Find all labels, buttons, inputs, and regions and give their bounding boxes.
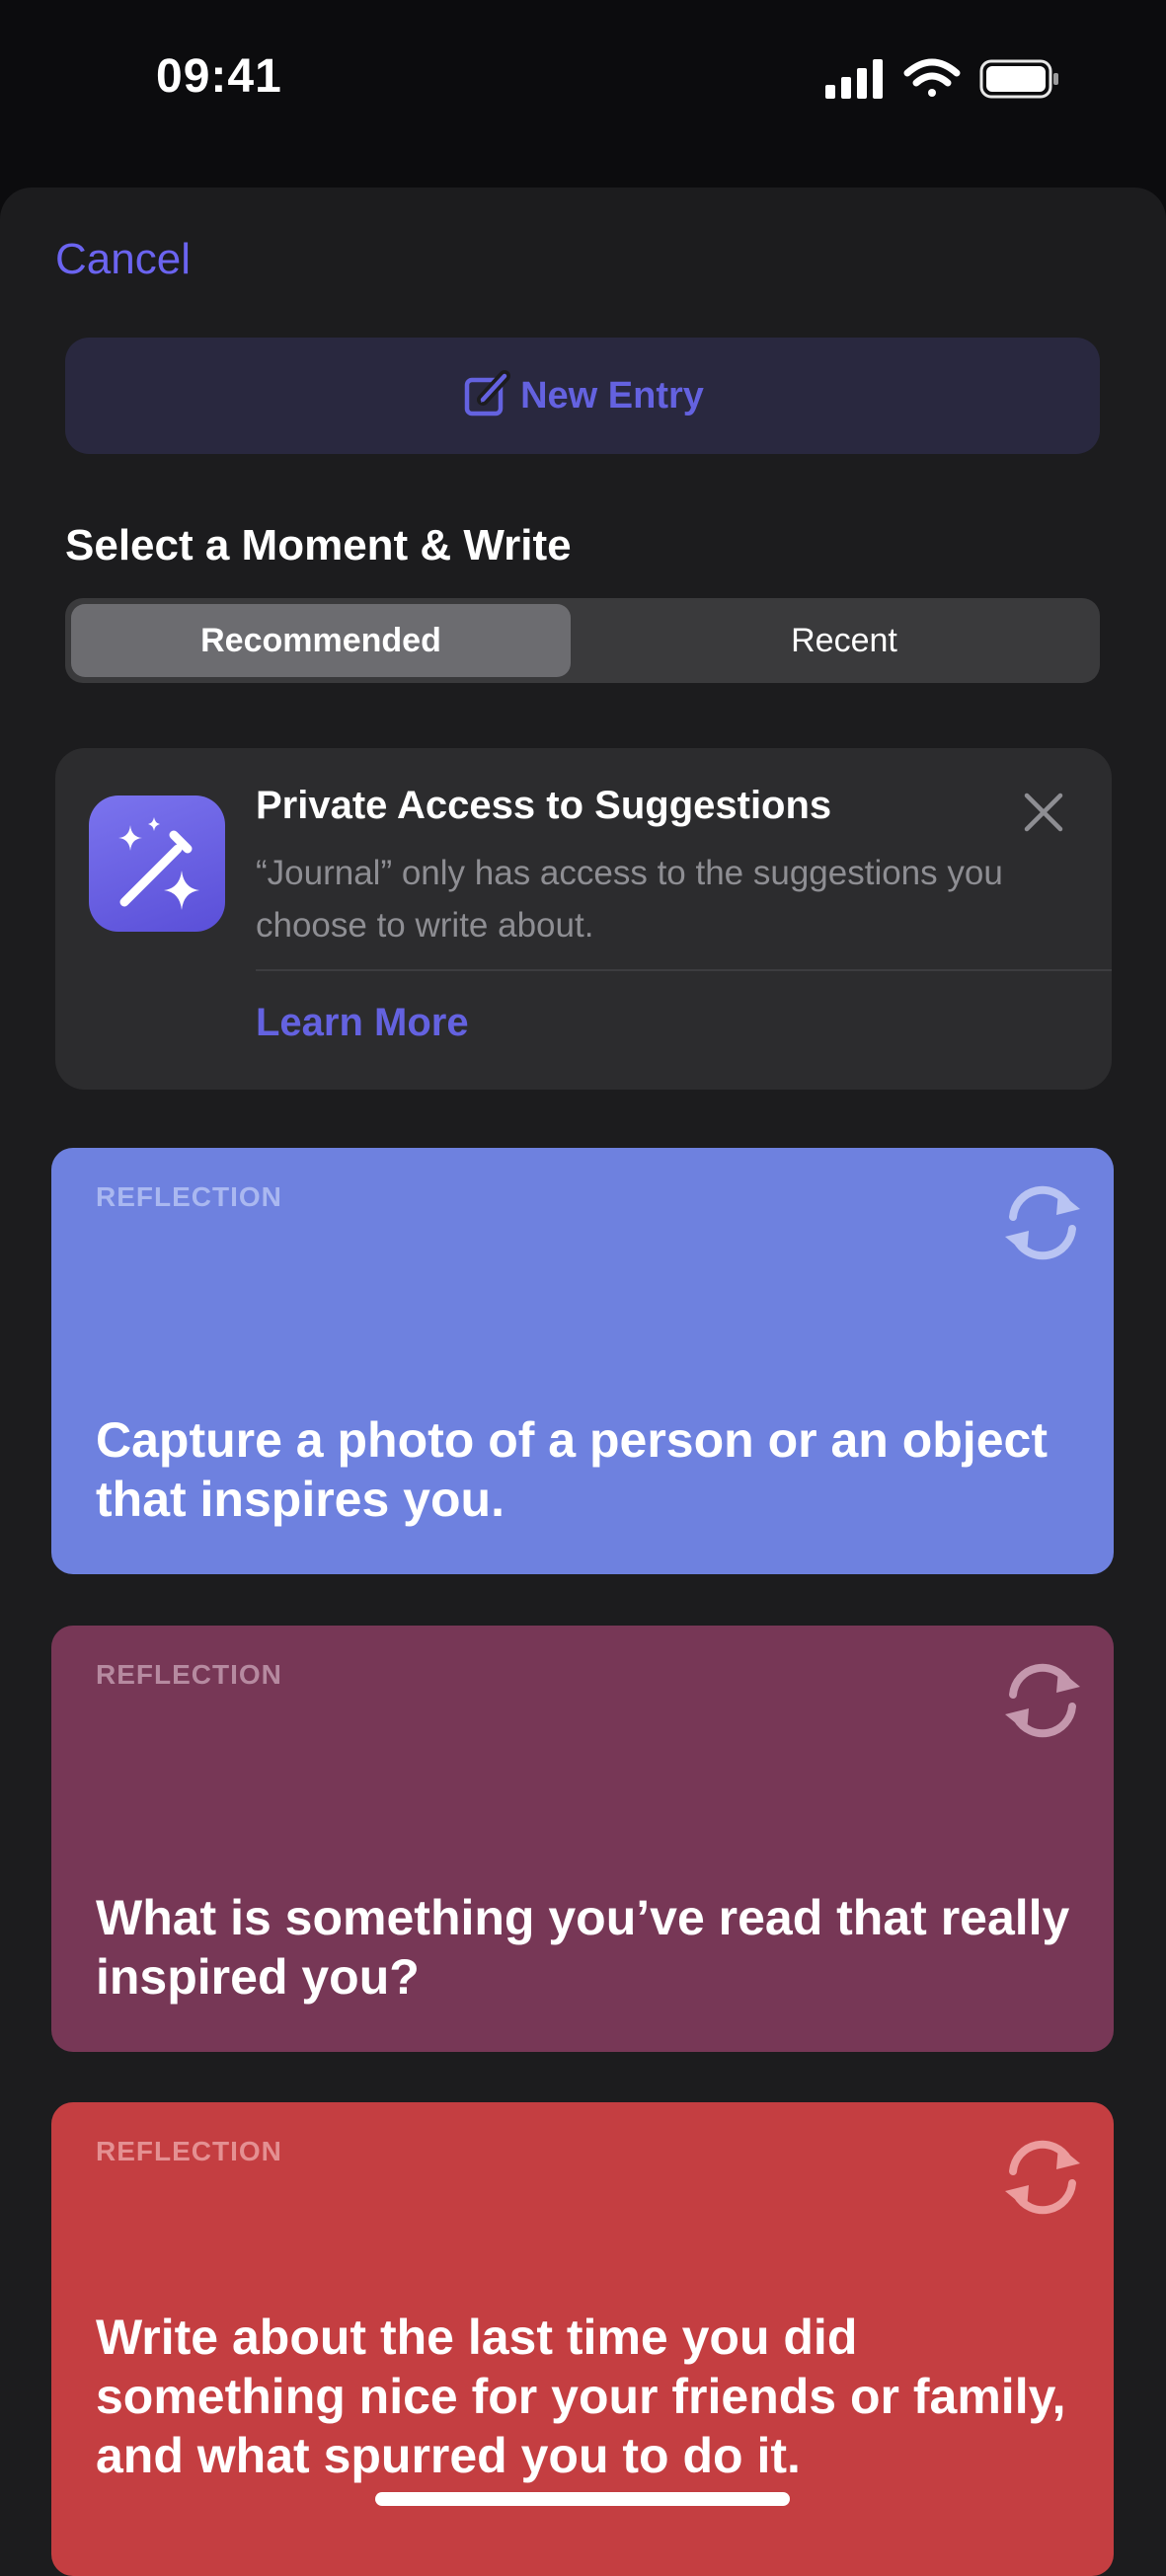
divider <box>256 969 1112 971</box>
learn-more-link[interactable]: Learn More <box>256 1001 469 1045</box>
section-title: Select a Moment & Write <box>65 521 572 569</box>
prompt-category: REFLECTION <box>96 1659 282 1690</box>
close-icon[interactable] <box>1019 788 1068 837</box>
privacy-suggestions-card: Private Access to Suggestions “Journal” … <box>55 748 1112 1090</box>
refresh-icon[interactable] <box>997 1661 1088 1740</box>
status-bar: 09:41 <box>0 0 1166 178</box>
cellular-signal-icon <box>825 59 883 99</box>
battery-icon <box>979 59 1058 99</box>
prompt-category: REFLECTION <box>96 1181 282 1212</box>
refresh-icon[interactable] <box>997 2138 1088 2217</box>
prompt-text: Write about the last time you did someth… <box>96 2310 1066 2483</box>
privacy-title: Private Access to Suggestions <box>256 784 832 827</box>
wifi-icon <box>903 58 961 97</box>
status-icons <box>825 58 1058 99</box>
new-entry-label: New Entry <box>520 374 704 417</box>
compose-icon <box>464 370 511 417</box>
new-entry-button[interactable]: New Entry <box>65 338 1100 454</box>
prompt-text: Capture a photo of a person or an object… <box>96 1412 1048 1527</box>
status-time: 09:41 <box>156 50 282 103</box>
sparkles-wand-icon <box>89 796 225 932</box>
moment-segmented-control: Recommended Recent <box>65 598 1100 683</box>
tab-recommended[interactable]: Recommended <box>71 604 571 677</box>
home-indicator[interactable] <box>375 2492 790 2506</box>
prompt-card[interactable]: REFLECTION What is something you’ve read… <box>51 1626 1114 2052</box>
prompt-card[interactable]: REFLECTION Capture a photo of a person o… <box>51 1148 1114 1574</box>
prompt-text: What is something you’ve read that reall… <box>96 1890 1070 2005</box>
prompt-category: REFLECTION <box>96 2136 282 2166</box>
cancel-button[interactable]: Cancel <box>55 235 191 284</box>
tab-recent[interactable]: Recent <box>594 604 1094 677</box>
refresh-icon[interactable] <box>997 1183 1088 1262</box>
privacy-body: “Journal” only has access to the suggest… <box>256 854 1003 945</box>
